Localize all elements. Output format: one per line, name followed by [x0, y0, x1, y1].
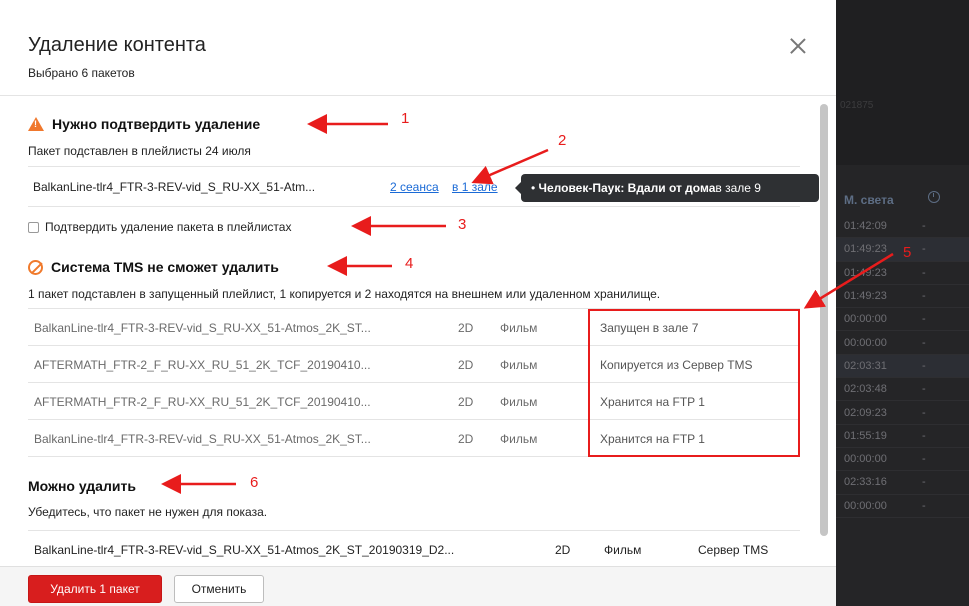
format-cell: 2D [458, 395, 474, 409]
table-row[interactable]: 02:03:48 - [836, 378, 969, 402]
table-row[interactable]: 01:49:23 - [836, 262, 969, 285]
format-cell: 2D [458, 432, 474, 446]
deletable-section-title-text: Можно удалить [28, 478, 136, 494]
dash-cell: - [922, 476, 926, 489]
column-header-light-hours[interactable]: М. света [844, 193, 894, 207]
time-cell: 02:03:31 [844, 359, 887, 372]
tms-section-title-text: Система TMS не сможет удалить [51, 259, 279, 275]
format-cell: 2D [458, 321, 474, 335]
type-cell: Фильм [604, 543, 642, 557]
type-cell: Фильм [500, 395, 538, 409]
clock-icon[interactable] [928, 191, 940, 203]
background-ghost-text: 021875 [840, 100, 874, 111]
time-cell: 02:03:48 [844, 383, 887, 396]
time-cell: 01:55:19 [844, 429, 887, 442]
package-name-cell: AFTERMATH_FTR-2_F_RU-XX_RU_51_2K_TCF_201… [34, 395, 371, 409]
confirm-playlist-delete-checkbox[interactable] [28, 221, 39, 233]
tooltip-bullet: • [531, 181, 536, 195]
divider [28, 166, 800, 167]
background-app-panel: 021875 М. света 01:42:09 - 01:49:23 - 01:4… [836, 0, 969, 606]
dash-cell: - [922, 336, 926, 349]
time-cell: 02:33:16 [844, 476, 887, 489]
delete-package-button[interactable]: Удалить 1 пакет [28, 575, 162, 603]
dash-cell: - [922, 383, 926, 396]
time-cell: 02:09:23 [844, 406, 887, 419]
annotation-label-3: 3 [458, 216, 467, 233]
time-cell: 01:42:09 [844, 220, 887, 233]
table-row[interactable]: 00:00:00 - [836, 308, 969, 332]
sessions-link[interactable]: 2 сеанса [390, 180, 439, 194]
time-cell: 00:00:00 [844, 336, 887, 349]
modal-subtitle: Выбрано 6 пакетов [28, 66, 135, 80]
background-header-area [836, 0, 969, 165]
halls-link[interactable]: в 1 зале [452, 180, 498, 194]
tms-section-description: 1 пакет подставлен в запущенный плейлист… [28, 287, 661, 301]
confirm-playlist-delete-checkbox-row[interactable]: Подтвердить удаление пакета в плейлистах [28, 220, 291, 234]
annotation-label-5: 5 [903, 244, 912, 261]
type-cell: Фильм [500, 432, 538, 446]
table-row[interactable]: BalkanLine-tlr4_FTR-3-REV-vid_S_RU-XX_51… [28, 530, 800, 566]
table-row[interactable]: 01:49:23 - [836, 285, 969, 309]
location-cell: Сервер TMS [698, 543, 769, 557]
divider [28, 206, 800, 207]
deletable-section-title: Можно удалить [28, 478, 136, 494]
close-icon[interactable] [786, 34, 810, 58]
type-cell: Фильм [500, 321, 538, 335]
dash-cell: - [922, 359, 926, 372]
confirm-package-name: BalkanLine-tlr4_FTR-3-REV-vid_S_RU-XX_51… [33, 180, 316, 194]
confirm-section-title: Нужно подтвердить удаление [28, 116, 260, 132]
cancel-button[interactable]: Отменить [174, 575, 264, 603]
dash-cell: - [922, 499, 926, 512]
type-cell: Фильм [500, 358, 538, 372]
dash-cell: - [922, 266, 926, 279]
package-name-cell: AFTERMATH_FTR-2_F_RU-XX_RU_51_2K_TCF_201… [34, 358, 371, 372]
dash-cell: - [922, 220, 926, 233]
time-cell: 01:49:23 [844, 266, 887, 279]
dash-cell: - [922, 429, 926, 442]
annotation-label-1: 1 [401, 110, 410, 127]
deletable-section-description: Убедитесь, что пакет не нужен для показа… [28, 505, 268, 519]
time-cell: 00:00:00 [844, 313, 887, 326]
dash-cell: - [922, 453, 926, 466]
time-cell: 00:00:00 [844, 453, 887, 466]
package-name-cell: BalkanLine-tlr4_FTR-3-REV-vid_S_RU-XX_51… [34, 543, 455, 557]
annotation-label-2: 2 [558, 132, 567, 149]
time-cell: 00:00:00 [844, 499, 887, 512]
tooltip-movie-title: Человек-Паук: Вдали от дома [538, 181, 716, 195]
tooltip-hall: в зале 9 [715, 181, 761, 195]
format-cell: 2D [458, 358, 474, 372]
dash-cell: - [922, 290, 926, 303]
warning-icon [28, 117, 44, 131]
table-row[interactable]: 02:33:16 - [836, 471, 969, 495]
package-name-cell: BalkanLine-tlr4_FTR-3-REV-vid_S_RU-XX_51… [34, 321, 371, 335]
table-row[interactable]: 00:00:00 - [836, 448, 969, 472]
table-row[interactable]: 02:09:23 - [836, 401, 969, 425]
delete-content-modal: Удаление контента Выбрано 6 пакетов Нужн… [0, 0, 836, 606]
table-row[interactable]: 02:03:31 - [836, 354, 969, 379]
modal-header: Удаление контента Выбрано 6 пакетов [0, 0, 836, 96]
session-tooltip: • Человек-Паук: Вдали от дома в зале 9 [515, 174, 819, 202]
table-row[interactable]: 00:00:00 - [836, 495, 969, 518]
annotation-label-4: 4 [405, 255, 414, 272]
modal-footer: Удалить 1 пакет Отменить [0, 566, 836, 606]
ban-icon [28, 259, 43, 275]
table-row[interactable]: 00:00:00 - [836, 331, 969, 355]
time-cell: 01:49:23 [844, 290, 887, 303]
annotation-highlight-box [588, 309, 800, 457]
checkbox-label[interactable]: Подтвердить удаление пакета в плейлистах [45, 220, 291, 234]
dash-cell: - [922, 243, 926, 256]
tms-section-title: Система TMS не сможет удалить [28, 259, 279, 275]
confirm-section-description: Пакет подставлен в плейлисты 24 июля [28, 144, 251, 158]
dash-cell: - [922, 313, 926, 326]
table-row[interactable]: 01:42:09 - [836, 215, 969, 239]
confirm-section-title-text: Нужно подтвердить удаление [52, 116, 261, 132]
annotation-label-6: 6 [250, 474, 259, 491]
format-cell: 2D [555, 543, 571, 557]
package-name-cell: BalkanLine-tlr4_FTR-3-REV-vid_S_RU-XX_51… [34, 432, 371, 446]
scrollbar-thumb[interactable] [820, 104, 828, 536]
modal-title: Удаление контента [28, 34, 206, 56]
dash-cell: - [922, 406, 926, 419]
table-row[interactable]: 01:55:19 - [836, 425, 969, 448]
